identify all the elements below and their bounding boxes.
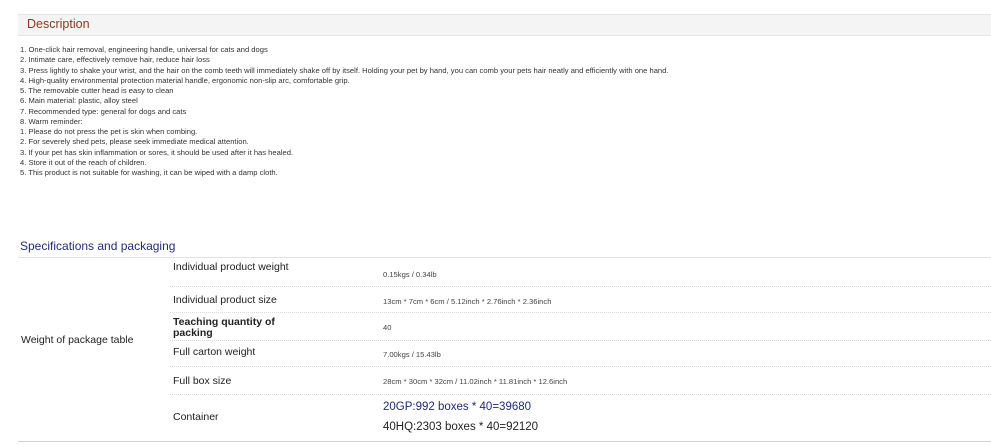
table-row: Full carton weight 7.00kgs / 15.43lb <box>170 341 991 367</box>
table-row: Individual product weight 0.15kgs / 0.34… <box>170 258 991 287</box>
row-label: Teaching quantity of packing <box>173 316 275 339</box>
row-label: Individual product size <box>173 294 277 306</box>
description-title: Description <box>27 17 90 31</box>
row-value: 28cm * 30cm * 32cm / 11.02inch * 11.81in… <box>383 377 568 386</box>
row-value: 0.15kgs / 0.34lb <box>383 270 437 279</box>
specifications-title: Specifications and packaging <box>20 239 176 253</box>
row-label: Container <box>173 411 219 423</box>
description-line: 1. Please do not press the pet is skin w… <box>20 127 198 136</box>
description-line: 5. This product is not suitable for wash… <box>20 168 278 177</box>
description-list: 1. One-click hair removal, engineering h… <box>20 45 980 178</box>
description-line: 5. The removable cutter head is easy to … <box>20 86 174 95</box>
table-group-label: Weight of package table <box>21 334 134 346</box>
description-header: Description <box>18 14 991 36</box>
row-value: 7.00kgs / 15.43lb <box>383 350 441 359</box>
description-line: 2. Intimate care, effectively remove hai… <box>20 55 210 65</box>
description-line: 1. One-click hair removal, engineering h… <box>20 45 268 54</box>
description-line: 8. Warm reminder: <box>20 116 83 126</box>
description-line: 3. If your pet has skin inflammation or … <box>20 147 294 157</box>
description-line: 3. Press lightly to shake your wrist, an… <box>20 65 669 75</box>
row-label: Individual product weight <box>173 261 289 273</box>
table-row: Container 20GP:992 boxes * 40=39680 40HQ… <box>170 395 991 441</box>
table-row: Teaching quantity of packing 40 <box>170 313 991 341</box>
description-line: 7. Recommended type: general for dogs an… <box>20 106 187 116</box>
description-line: 4. Store it out of the reach of children… <box>20 157 147 167</box>
table-row: Full box size 28cm * 30cm * 32cm / 11.02… <box>170 367 991 395</box>
row-value: 40HQ:2303 boxes * 40=92120 <box>383 421 539 433</box>
description-line: 2. For severely shed pets, please seek i… <box>20 137 249 147</box>
row-label: Full box size <box>173 375 232 387</box>
row-label: Full carton weight <box>173 346 256 358</box>
description-line: 6. Main material: plastic, alloy steel <box>20 96 138 106</box>
table-row: Individual product size 13cm * 7cm * 6cm… <box>170 287 991 313</box>
specifications-table: Weight of package table Individual produ… <box>18 257 991 442</box>
row-value: 40 <box>383 323 392 332</box>
row-value: 20GP:992 boxes * 40=39680 <box>383 401 532 413</box>
description-line: 4. High-quality environmental protection… <box>20 75 350 85</box>
row-value: 13cm * 7cm * 6cm / 5.12inch * 2.76inch *… <box>383 297 552 306</box>
